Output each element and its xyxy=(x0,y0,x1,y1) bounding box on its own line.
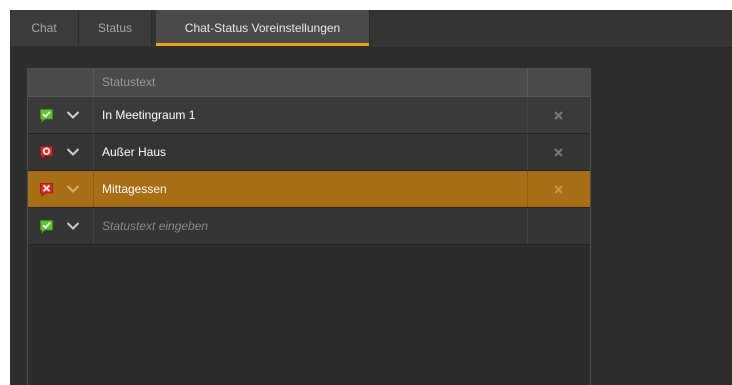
status-cell xyxy=(28,134,94,170)
status-cell xyxy=(28,97,94,133)
delete-cell xyxy=(528,208,590,244)
delete-cell xyxy=(528,97,590,133)
new-status-row[interactable]: Statustext eingeben xyxy=(28,208,590,245)
header-icon-column xyxy=(28,69,94,96)
chevron-down-icon[interactable] xyxy=(66,147,80,157)
delete-x-icon[interactable] xyxy=(553,147,564,158)
table-row-selected[interactable]: Mittagessen xyxy=(28,171,590,208)
grid-header: Statustext xyxy=(28,69,590,97)
table-row[interactable]: Außer Haus xyxy=(28,134,590,171)
status-text[interactable]: Außer Haus xyxy=(94,134,528,170)
status-cell xyxy=(28,171,94,207)
delete-x-icon[interactable] xyxy=(553,184,564,195)
green-check-bubble-icon[interactable] xyxy=(39,108,54,123)
tab-bar: Chat Status Chat-Status Voreinstellungen xyxy=(10,10,732,46)
tab-status[interactable]: Status xyxy=(79,10,152,46)
status-presets-grid: Statustext In Meetingraum 1 Außer Haus M… xyxy=(27,68,591,385)
chevron-down-icon[interactable] xyxy=(66,221,80,231)
red-circle-bubble-icon[interactable] xyxy=(39,145,54,160)
delete-x-icon[interactable] xyxy=(553,110,564,121)
green-check-bubble-icon[interactable] xyxy=(39,219,54,234)
tab-chat[interactable]: Chat xyxy=(10,10,79,46)
new-status-input[interactable]: Statustext eingeben xyxy=(94,208,528,244)
status-cell xyxy=(28,208,94,244)
chevron-down-icon[interactable] xyxy=(66,184,80,194)
status-text[interactable]: Mittagessen xyxy=(94,171,528,207)
header-delete-column xyxy=(528,69,590,96)
chevron-down-icon[interactable] xyxy=(66,110,80,120)
tab-chat-status-presets[interactable]: Chat-Status Voreinstellungen xyxy=(156,10,370,46)
header-statustext: Statustext xyxy=(94,69,528,96)
status-text[interactable]: In Meetingraum 1 xyxy=(94,97,528,133)
delete-cell xyxy=(528,171,590,207)
delete-cell xyxy=(528,134,590,170)
app-window: Chat Status Chat-Status Voreinstellungen… xyxy=(10,10,732,385)
red-x-bubble-icon[interactable] xyxy=(39,182,54,197)
table-row[interactable]: In Meetingraum 1 xyxy=(28,97,590,134)
